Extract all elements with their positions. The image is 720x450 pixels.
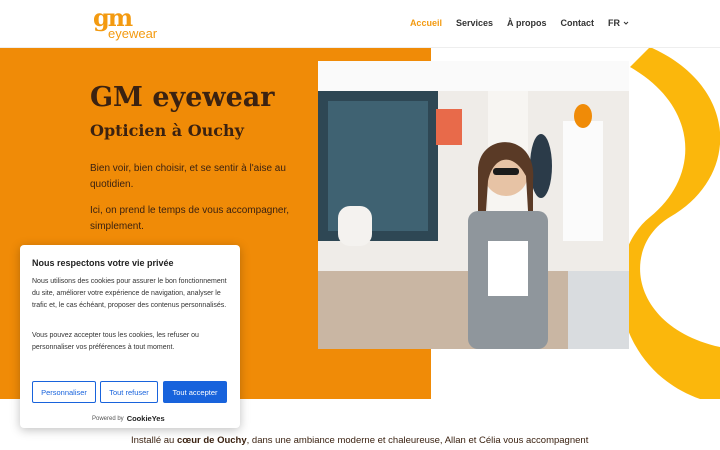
logo-eyewear: eyewear	[108, 26, 158, 41]
nav-services[interactable]: Services	[456, 18, 493, 28]
accept-all-button[interactable]: Tout accepter	[163, 381, 227, 403]
logo[interactable]: gm eyewear	[93, 3, 157, 41]
intro-highlight: cœur de Ouchy	[176, 435, 247, 446]
intro-text: Installé au cœur de Ouchy, dans une ambi…	[131, 435, 588, 446]
hero-title: GM eyewear	[90, 82, 275, 113]
powered-by-label: Powered by	[92, 415, 124, 422]
intro-suffix: , dans une ambiance moderne et chaleureu…	[246, 435, 589, 446]
cookie-options-text: Vous pouvez accepter tous les cookies, l…	[32, 332, 199, 351]
nav-contact[interactable]: Contact	[561, 18, 595, 28]
nav-accueil[interactable]: Accueil	[410, 18, 442, 28]
language-label: FR	[608, 18, 620, 28]
language-switcher[interactable]: FR	[608, 18, 629, 28]
hero-paragraph-1: Bien voir, bien choisir, et se sentir à …	[90, 163, 286, 190]
powered-by[interactable]: Powered by CookieYes	[92, 414, 165, 423]
cookie-title: Nous respectons votre vie privée	[32, 258, 174, 268]
nav-a-propos[interactable]: À propos	[507, 18, 547, 28]
cookie-consent-banner: Nous respectons votre vie privée Nous ut…	[20, 245, 240, 428]
cookie-description: Nous utilisons des cookies pour assurer …	[32, 278, 227, 309]
hero-subtitle: Opticien à Ouchy	[90, 121, 244, 140]
main-nav: Accueil Services À propos Contact FR	[410, 18, 629, 28]
chevron-down-icon	[623, 21, 629, 25]
store-photo	[318, 61, 629, 349]
store-photo-illustration	[318, 61, 629, 349]
cookieyes-logo: CookieYes	[126, 414, 165, 423]
hero-paragraph-2: Ici, on prend le temps de vous accompagn…	[90, 205, 290, 232]
refuse-all-button[interactable]: Tout refuser	[100, 381, 158, 403]
intro-prefix: Installé au	[131, 435, 177, 446]
site-header: gm eyewear Accueil Services À propos Con…	[0, 0, 720, 48]
customize-button[interactable]: Personnaliser	[32, 381, 96, 403]
